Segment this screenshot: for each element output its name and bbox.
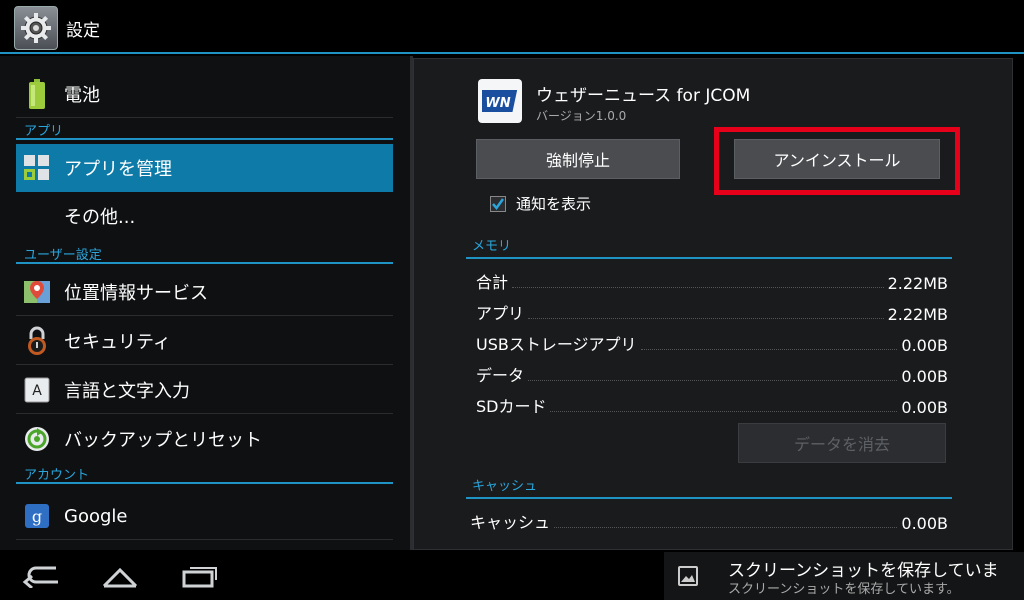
sidebar-item-label: 電池 (64, 85, 100, 106)
svg-text:A: A (32, 383, 42, 399)
memory-row-usb-storage: USBストレージアプリ 0.00B (476, 329, 948, 355)
sidebar-item-security[interactable]: セキュリティ (16, 317, 393, 365)
sidebar-item-battery[interactable]: 電池 (16, 70, 393, 118)
section-title: ユーザー設定 (24, 248, 102, 263)
section-user-settings: ユーザー設定 (16, 242, 393, 264)
sidebar-item-label: Google (64, 505, 128, 527)
section-title: アプリ (24, 124, 64, 139)
row-key: アプリ (476, 304, 525, 323)
row-value: 0.00B (901, 367, 948, 386)
show-notifications-row[interactable]: 通知を表示 (490, 193, 591, 214)
dotted-leader (528, 380, 898, 381)
section-rule (16, 482, 393, 484)
sidebar-item-more[interactable]: その他... (16, 192, 393, 240)
highlight-frame (714, 127, 960, 195)
recent-apps-icon[interactable] (180, 562, 220, 588)
sidebar-item-label: その他... (64, 207, 136, 228)
sidebar-item-label: アプリを管理 (64, 159, 172, 180)
divider (16, 315, 393, 316)
section-accounts: アカウント (16, 462, 393, 484)
page-title: 設定 (66, 21, 100, 41)
memory-row-sdcard: SDカード 0.00B (476, 391, 948, 417)
dotted-leader (528, 318, 884, 319)
lock-icon (22, 326, 52, 356)
row-value: 0.00B (901, 514, 948, 533)
sidebar-item-manage-apps[interactable]: アプリを管理 (16, 144, 393, 192)
row-key: キャッシュ (470, 513, 551, 532)
image-icon (678, 566, 698, 586)
action-bar-divider (0, 52, 1024, 54)
section-apps: アプリ (16, 118, 393, 140)
sidebar-item-label: 言語と文字入力 (64, 381, 190, 402)
memory-row-total: 合計 2.22MB (476, 267, 948, 293)
notifications-checkbox[interactable] (490, 195, 506, 212)
location-map-icon (22, 277, 52, 307)
memory-row-data: データ 0.00B (476, 360, 948, 386)
force-stop-button[interactable]: 強制停止 (476, 139, 680, 179)
battery-icon (22, 79, 52, 109)
clear-data-button[interactable]: データを消去 (738, 423, 946, 463)
gear-icon[interactable] (14, 6, 58, 50)
row-key: データ (476, 366, 525, 385)
memory-row-app: アプリ 2.22MB (476, 298, 948, 324)
svg-text:g: g (32, 507, 42, 526)
divider (16, 413, 393, 414)
divider (16, 364, 393, 365)
memory-section-header: メモリ (466, 233, 952, 259)
cache-section-header: キャッシュ (466, 473, 952, 499)
screenshot-notification[interactable]: スクリーンショットを保存していま スクリーンショットを保存しています。 (664, 552, 1024, 600)
row-key: USBストレージアプリ (476, 335, 637, 354)
notifications-label: 通知を表示 (516, 195, 592, 213)
dotted-leader (550, 411, 898, 412)
cache-row: キャッシュ 0.00B (470, 507, 948, 533)
apps-grid-icon (22, 153, 52, 183)
app-detail-pane[interactable]: WN ウェザーニュース for JCOM バージョン1.0.0 強制停止 アンイ… (413, 58, 1013, 550)
google-icon: g (22, 501, 52, 531)
row-value: 0.00B (901, 398, 948, 417)
row-value: 2.22MB (887, 274, 948, 293)
row-value: 0.00B (901, 336, 948, 355)
sidebar-item-language[interactable]: A 言語と文字入力 (16, 366, 393, 414)
section-rule (466, 257, 952, 259)
section-rule (466, 497, 952, 499)
sidebar-item-label: バックアップとリセット (64, 430, 262, 451)
sidebar-item-label: 位置情報サービス (64, 283, 208, 304)
settings-list[interactable]: 電池 アプリ アプリを管理 その他... ユーザー設定 位置情報サービス セキュ… (0, 56, 410, 550)
keyboard-a-icon: A (22, 375, 52, 405)
app-name: ウェザーニュース for JCOM (536, 86, 751, 106)
row-key: SDカード (476, 397, 547, 416)
section-rule (16, 262, 393, 264)
sidebar-item-google[interactable]: g Google (16, 492, 393, 540)
home-icon[interactable] (100, 562, 140, 588)
divider (16, 539, 393, 540)
svg-text:WN: WN (485, 96, 510, 111)
app-version: バージョン1.0.0 (536, 109, 627, 123)
sidebar-item-backup-reset[interactable]: バックアップとリセット (16, 415, 393, 463)
weathernews-app-icon: WN (478, 79, 522, 123)
backup-reset-icon (22, 424, 52, 454)
section-rule (16, 138, 393, 140)
dotted-leader (512, 287, 884, 288)
sidebar-item-label: セキュリティ (64, 332, 171, 353)
section-title: メモリ (472, 239, 512, 254)
row-value: 2.22MB (887, 305, 948, 324)
checkmark-icon (492, 197, 505, 210)
action-bar: 設定 (0, 0, 1024, 54)
section-title: アカウント (24, 468, 90, 483)
sidebar-item-location[interactable]: 位置情報サービス (16, 268, 393, 316)
dotted-leader (640, 349, 898, 350)
dotted-leader (554, 527, 898, 528)
back-icon[interactable] (22, 562, 62, 588)
row-key: 合計 (476, 273, 509, 292)
notification-subtitle: スクリーンショットを保存しています。 (728, 582, 960, 597)
empty-icon-slot (22, 201, 52, 231)
section-title: キャッシュ (472, 479, 538, 494)
